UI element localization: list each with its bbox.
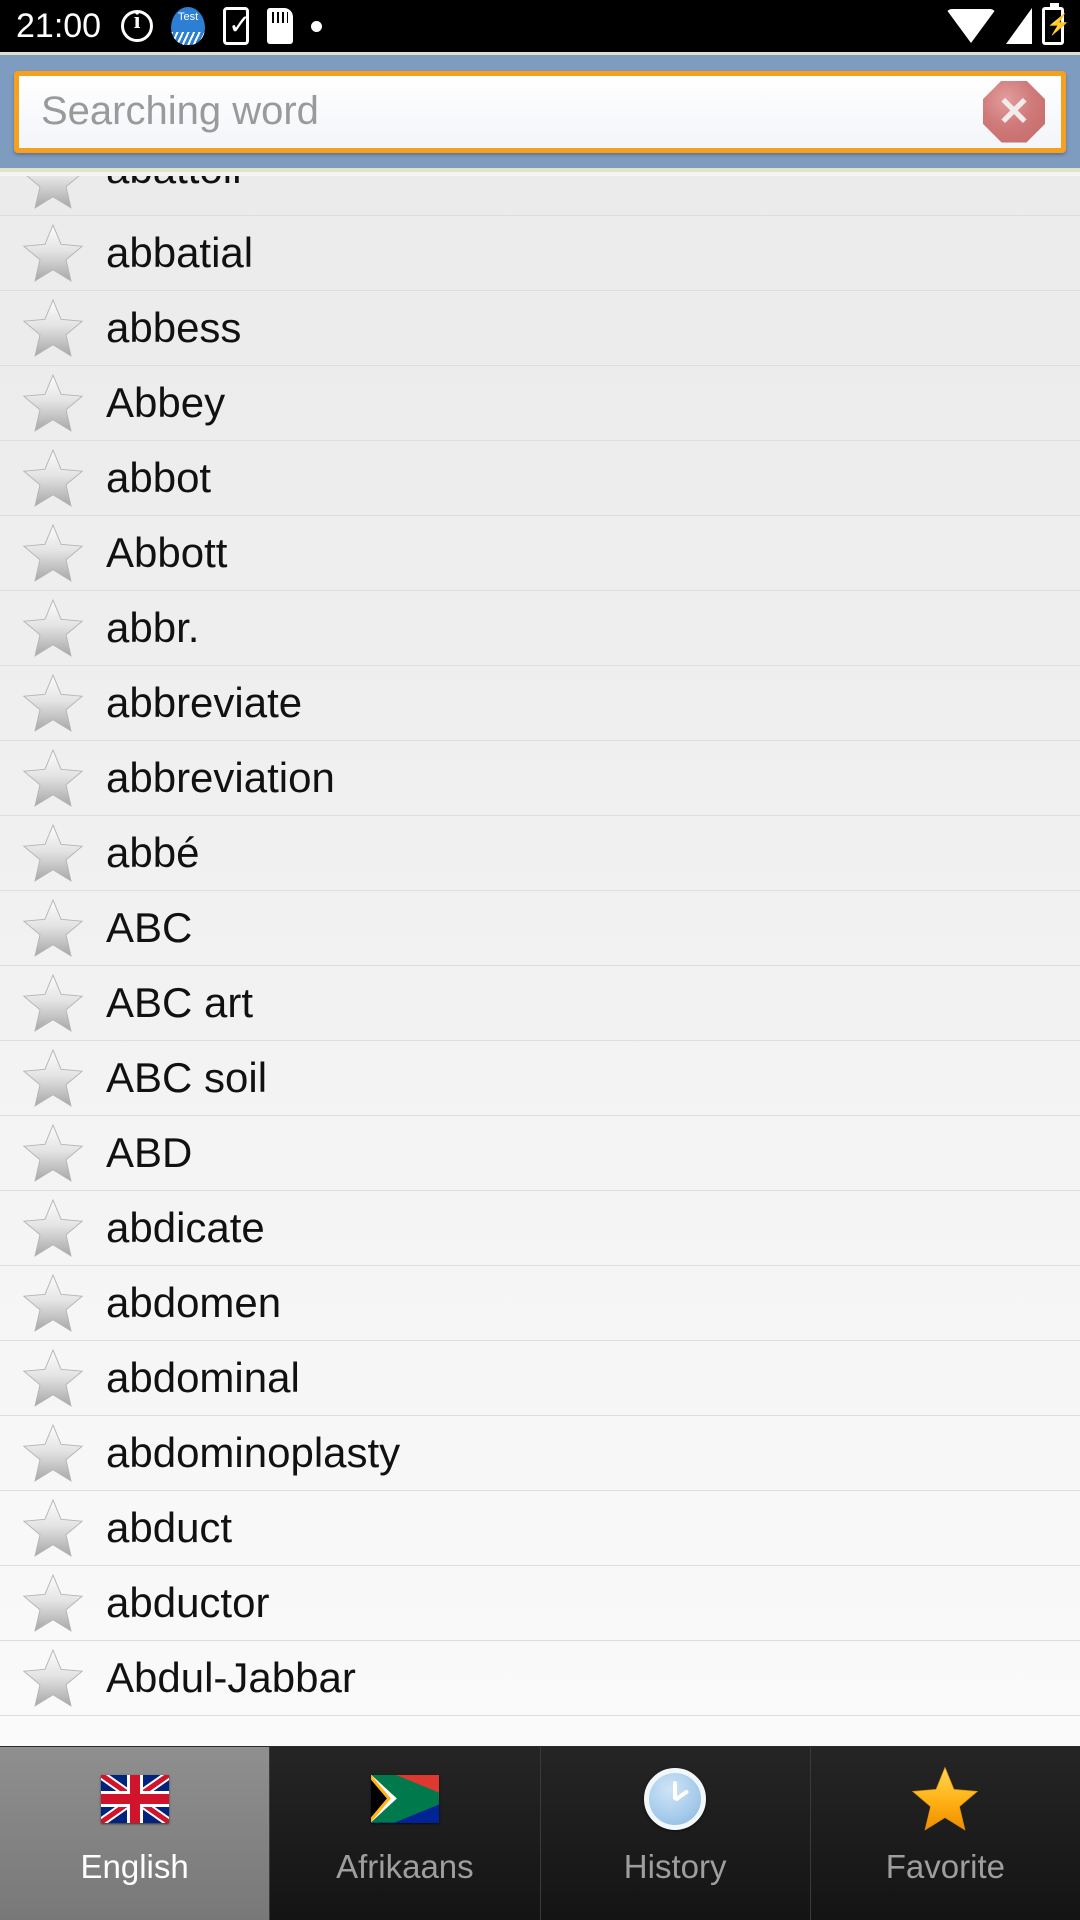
word-list[interactable]: abattoir abbatial abbess Abbey abbot (0, 176, 1080, 1746)
word-list-item[interactable]: abattoir (0, 176, 1080, 216)
tab-label-history: History (623, 1847, 727, 1885)
status-bar: 21:00 (0, 0, 1080, 52)
status-bar-clock: 21:00 (16, 7, 102, 45)
word-label: abbot (106, 454, 212, 501)
tab-favorite[interactable]: Favorite (810, 1747, 1080, 1920)
word-label: ABC (106, 904, 193, 951)
tab-label-afrikaans: Afrikaans (336, 1847, 474, 1885)
phone-check-icon (223, 6, 252, 45)
bottom-tab-bar: English Afrikaans History Favorite (0, 1746, 1080, 1920)
tab-label-favorite: Favorite (885, 1847, 1005, 1885)
favorite-star-icon[interactable] (22, 598, 84, 658)
favorite-star-icon[interactable] (22, 1573, 84, 1633)
word-label: abattoir (106, 176, 246, 190)
word-label: ABD (106, 1129, 193, 1176)
word-list-item[interactable]: abbé (0, 816, 1080, 891)
app-notification-icon (171, 7, 206, 45)
word-list-item[interactable]: abdominal (0, 1341, 1080, 1416)
app-screen: 21:00 abattoir (0, 0, 1080, 1920)
favorite-star-icon[interactable] (22, 1048, 84, 1108)
tab-history[interactable]: History (540, 1747, 811, 1920)
gold-star-icon (909, 1765, 981, 1832)
word-label: abduct (106, 1504, 233, 1551)
close-icon (983, 80, 1045, 143)
word-label: abdominal (106, 1354, 300, 1401)
tab-label-english: English (80, 1847, 189, 1885)
battery-charging-icon (1042, 3, 1071, 45)
favorite-star-icon[interactable] (22, 748, 84, 808)
favorite-star-icon[interactable] (22, 223, 84, 283)
favorite-star-icon[interactable] (22, 176, 84, 210)
favorite-star-icon[interactable] (22, 298, 84, 358)
word-list-item[interactable]: Abbott (0, 516, 1080, 591)
sd-card-icon (267, 8, 294, 44)
info-icon (121, 8, 154, 42)
word-list-item[interactable]: ABC art (0, 966, 1080, 1041)
word-label: abbé (106, 829, 200, 876)
word-list-item[interactable]: ABC (0, 891, 1080, 966)
word-label: Abbey (106, 379, 226, 426)
search-box[interactable] (14, 70, 1066, 153)
status-bar-left-icons (121, 6, 323, 45)
word-label: abdicate (106, 1204, 265, 1251)
word-list-item[interactable]: abbreviate (0, 666, 1080, 741)
word-list-item[interactable]: Abdul-Jabbar (0, 1641, 1080, 1716)
favorite-star-icon[interactable] (22, 1273, 84, 1333)
word-list-item[interactable]: abbr. (0, 591, 1080, 666)
favorite-star-icon[interactable] (22, 898, 84, 958)
favorite-star-icon[interactable] (22, 1648, 84, 1708)
search-input[interactable] (19, 89, 983, 134)
tab-afrikaans[interactable]: Afrikaans (270, 1747, 541, 1920)
favorite-star-icon[interactable] (22, 373, 84, 433)
word-list-item[interactable]: abduct (0, 1491, 1080, 1566)
word-label: abdomen (106, 1279, 282, 1326)
word-label: abductor (106, 1579, 270, 1626)
word-list-item[interactable]: ABC soil (0, 1041, 1080, 1116)
search-header (0, 52, 1080, 172)
clear-search-button[interactable] (983, 80, 1045, 143)
word-label: abdominoplasty (106, 1429, 401, 1476)
word-label: ABC soil (106, 1054, 268, 1101)
word-list-item[interactable]: Abbey (0, 366, 1080, 441)
favorite-star-icon[interactable] (22, 1198, 84, 1258)
word-label: abbreviation (106, 754, 335, 801)
south-africa-flag-icon (369, 1766, 441, 1832)
favorite-star-icon[interactable] (22, 1123, 84, 1183)
word-list-item[interactable]: abbot (0, 441, 1080, 516)
favorite-star-icon[interactable] (22, 448, 84, 508)
favorite-star-icon[interactable] (22, 1348, 84, 1408)
word-label: abbr. (106, 604, 200, 651)
favorite-star-icon[interactable] (22, 1423, 84, 1483)
dot-icon (311, 20, 323, 32)
word-list-item[interactable]: ABD (0, 1116, 1080, 1191)
favorite-star-icon[interactable] (22, 823, 84, 883)
word-list-item[interactable]: abductor (0, 1566, 1080, 1641)
word-label: abbreviate (106, 679, 303, 726)
word-list-item[interactable]: abbess (0, 291, 1080, 366)
uk-flag-icon (99, 1766, 171, 1832)
word-list-item[interactable]: abdominoplasty (0, 1416, 1080, 1491)
wifi-icon (946, 9, 996, 43)
favorite-star-icon[interactable] (22, 1498, 84, 1558)
word-list-item[interactable]: abdomen (0, 1266, 1080, 1341)
word-label: Abdul-Jabbar (106, 1654, 356, 1701)
word-label: abbatial (106, 229, 254, 276)
favorite-star-icon[interactable] (22, 523, 84, 583)
favorite-star-icon[interactable] (22, 673, 84, 733)
word-label: Abbott (106, 529, 228, 576)
tab-english[interactable]: English (0, 1747, 271, 1920)
word-list-item[interactable]: abbatial (0, 216, 1080, 291)
word-label: ABC art (106, 979, 254, 1026)
word-list-item[interactable]: abdicate (0, 1191, 1080, 1266)
favorite-star-icon[interactable] (22, 973, 84, 1033)
word-label: abbess (106, 304, 242, 351)
signal-icon (1006, 8, 1032, 44)
word-list-item[interactable]: abbreviation (0, 741, 1080, 816)
status-bar-right-icons (946, 3, 1071, 45)
clock-icon (639, 1766, 711, 1832)
